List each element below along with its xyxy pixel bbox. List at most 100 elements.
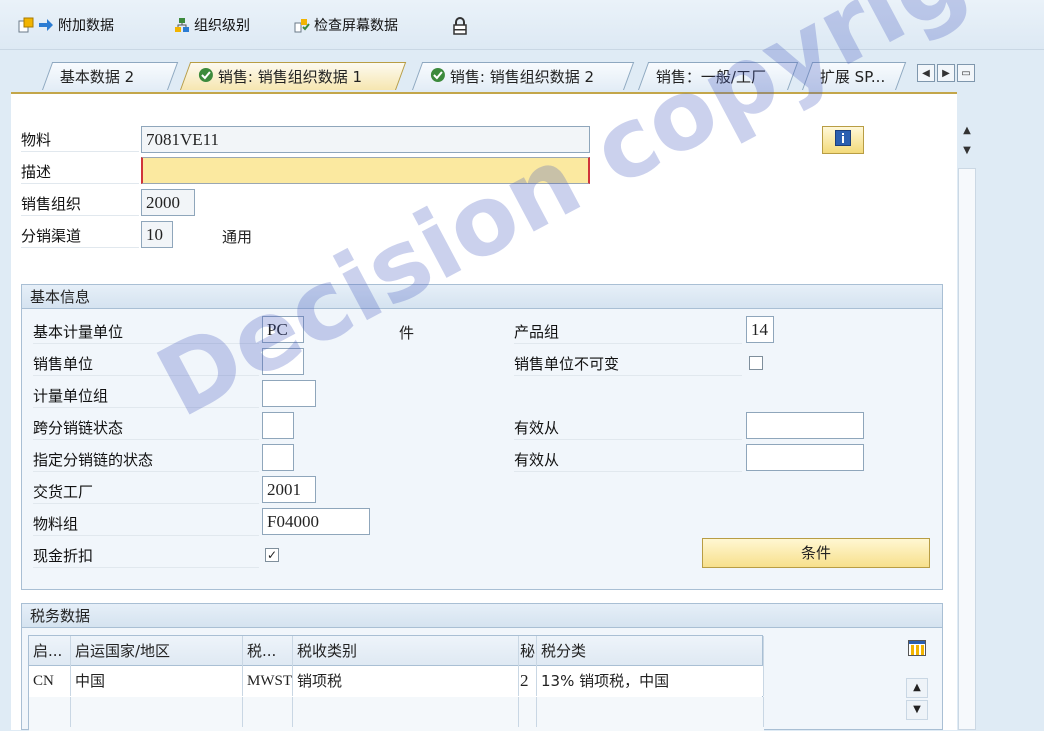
table-cell: 2: [519, 666, 537, 696]
triangle-right-icon: ▶: [942, 67, 950, 79]
table-cell: [243, 697, 293, 727]
uom-group-label: 计量单位组: [33, 384, 259, 408]
org-levels-icon: [174, 17, 190, 33]
tab-extend-sp[interactable]: 扩展 SP...: [802, 62, 907, 90]
dist-channel-field[interactable]: 10: [141, 221, 173, 248]
description-label: 描述: [21, 160, 139, 184]
material-label: 物料: [21, 128, 139, 152]
org-levels-button[interactable]: 组织级别: [174, 14, 250, 36]
material-group-field[interactable]: F04000: [262, 508, 370, 535]
cash-discount-checkbox[interactable]: ✓: [265, 548, 279, 562]
tab-scroll-left-button[interactable]: ◀: [917, 64, 935, 82]
sales-unit-label: 销售单位: [33, 352, 259, 376]
cross-chain-status-field[interactable]: [262, 412, 294, 439]
description-field[interactable]: [141, 157, 590, 184]
check-screen-data-icon: [294, 17, 310, 33]
table-cell: 13% 销项税，中国: [537, 666, 764, 696]
dist-channel-text: 通用: [222, 228, 253, 246]
table-settings-button[interactable]: [906, 639, 928, 661]
column-header-country[interactable]: 启运国家/地区: [71, 636, 243, 666]
check-icon: [198, 67, 214, 87]
triangle-down-icon: ▼: [913, 704, 921, 715]
tab-label: 基本数据 2: [59, 68, 135, 86]
valid-from-2-field[interactable]: [746, 444, 864, 471]
table-cell: [71, 697, 243, 727]
valid-from-label: 有效从: [514, 416, 742, 440]
table-cell: 销项税: [293, 666, 519, 696]
basic-info-title: 基本信息: [22, 285, 942, 309]
tab-list-icon: ▭: [961, 67, 971, 79]
chain-status-field[interactable]: [262, 444, 294, 471]
table-cell: [519, 697, 537, 727]
table-settings-icon: [908, 640, 926, 660]
triangle-up-icon: ▲: [963, 125, 971, 136]
sales-unit-fixed-label: 销售单位不可变: [514, 352, 742, 376]
sales-org-label: 销售组织: [21, 192, 139, 216]
tab-basic-data-2[interactable]: 基本数据 2: [42, 62, 179, 90]
tab-scroll-right-button[interactable]: ▶: [937, 64, 955, 82]
column-header-tax-class-short[interactable]: 秘: [519, 636, 537, 666]
tab-strip: 基本数据 2 销售: 销售组织数据 1 销售: 销售组织数据 2 销售：一般/工…: [0, 60, 1044, 94]
product-group-label: 产品组: [514, 320, 742, 344]
tab-label: 销售: 销售组织数据 1: [217, 68, 363, 86]
check-icon: [430, 67, 446, 87]
table-cell: MWST: [243, 666, 293, 696]
dist-channel-label: 分销渠道: [21, 224, 139, 248]
cash-discount-label: 现金折扣: [33, 544, 259, 568]
lock-button[interactable]: [452, 14, 468, 36]
lock-icon: [452, 17, 468, 35]
table-cell: [537, 697, 764, 727]
base-uom-text: 件: [399, 324, 415, 342]
tab-label: 销售：一般/工厂: [655, 68, 766, 86]
column-header-tax-classification[interactable]: 税分类: [537, 636, 764, 666]
check-screen-data-label: 检查屏幕数据: [314, 18, 398, 34]
sales-unit-fixed-checkbox[interactable]: [749, 356, 763, 370]
valid-from-field[interactable]: [746, 412, 864, 439]
table-row[interactable]: [29, 697, 764, 731]
tax-data-title: 税务数据: [22, 604, 942, 628]
column-header-tax-category[interactable]: 税收类别: [293, 636, 519, 666]
table-scroll-up-button[interactable]: ▲: [906, 678, 928, 698]
chain-status-label: 指定分销链的状态: [33, 448, 259, 472]
application-toolbar: 附加数据 组织级别 检查屏幕数据: [0, 0, 1044, 50]
tax-table-header: 启... 启运国家/地区 税... 税收类别 秘 税分类: [29, 636, 764, 666]
triangle-up-icon: ▲: [913, 682, 921, 693]
org-levels-label: 组织级别: [194, 18, 250, 34]
sales-org-field[interactable]: 2000: [141, 189, 195, 216]
table-row[interactable]: CN 中国 MWST 销项税 2 13% 销项税，中国: [29, 666, 764, 696]
page-scroll-down-button[interactable]: ▼: [958, 142, 976, 160]
table-cell: [293, 697, 519, 727]
material-field[interactable]: 7081VE11: [141, 126, 590, 153]
table-cell: 中国: [71, 666, 243, 696]
page-scroll-up-button[interactable]: ▲: [958, 122, 976, 140]
info-button[interactable]: [822, 126, 864, 154]
tab-label: 扩展 SP...: [819, 68, 886, 86]
triangle-down-icon: ▼: [963, 145, 971, 156]
tab-label: 销售: 销售组织数据 2: [449, 68, 595, 86]
base-uom-label: 基本计量单位: [33, 320, 259, 344]
uom-group-field[interactable]: [262, 380, 316, 407]
tab-sales-org-data-2[interactable]: 销售: 销售组织数据 2: [412, 62, 635, 90]
material-group-label: 物料组: [33, 512, 259, 536]
base-uom-field[interactable]: PC: [262, 316, 304, 343]
tab-sales-general-plant[interactable]: 销售：一般/工厂: [638, 62, 799, 90]
tab-list-button[interactable]: ▭: [957, 64, 975, 82]
additional-data-button[interactable]: 附加数据: [18, 14, 114, 36]
triangle-left-icon: ◀: [922, 67, 930, 79]
tab-sales-org-data-1[interactable]: 销售: 销售组织数据 1: [180, 62, 407, 90]
cross-chain-status-label: 跨分销链状态: [33, 416, 259, 440]
delivery-plant-label: 交货工厂: [33, 480, 259, 504]
sales-unit-field[interactable]: [262, 348, 304, 375]
conditions-button[interactable]: 条件: [702, 538, 930, 568]
delivery-plant-field[interactable]: 2001: [262, 476, 316, 503]
product-group-field[interactable]: 14: [746, 316, 774, 343]
column-header-tax[interactable]: 税...: [243, 636, 293, 666]
table-cell: CN: [29, 666, 71, 696]
table-scroll-down-button[interactable]: ▼: [906, 700, 928, 720]
arrow-right-icon: [38, 17, 54, 33]
table-cell: [29, 697, 71, 727]
check-screen-data-button[interactable]: 检查屏幕数据: [294, 14, 398, 36]
column-header-departure[interactable]: 启...: [29, 636, 71, 666]
info-icon: [835, 130, 851, 150]
page-scrollbar-thumb[interactable]: [958, 168, 976, 730]
